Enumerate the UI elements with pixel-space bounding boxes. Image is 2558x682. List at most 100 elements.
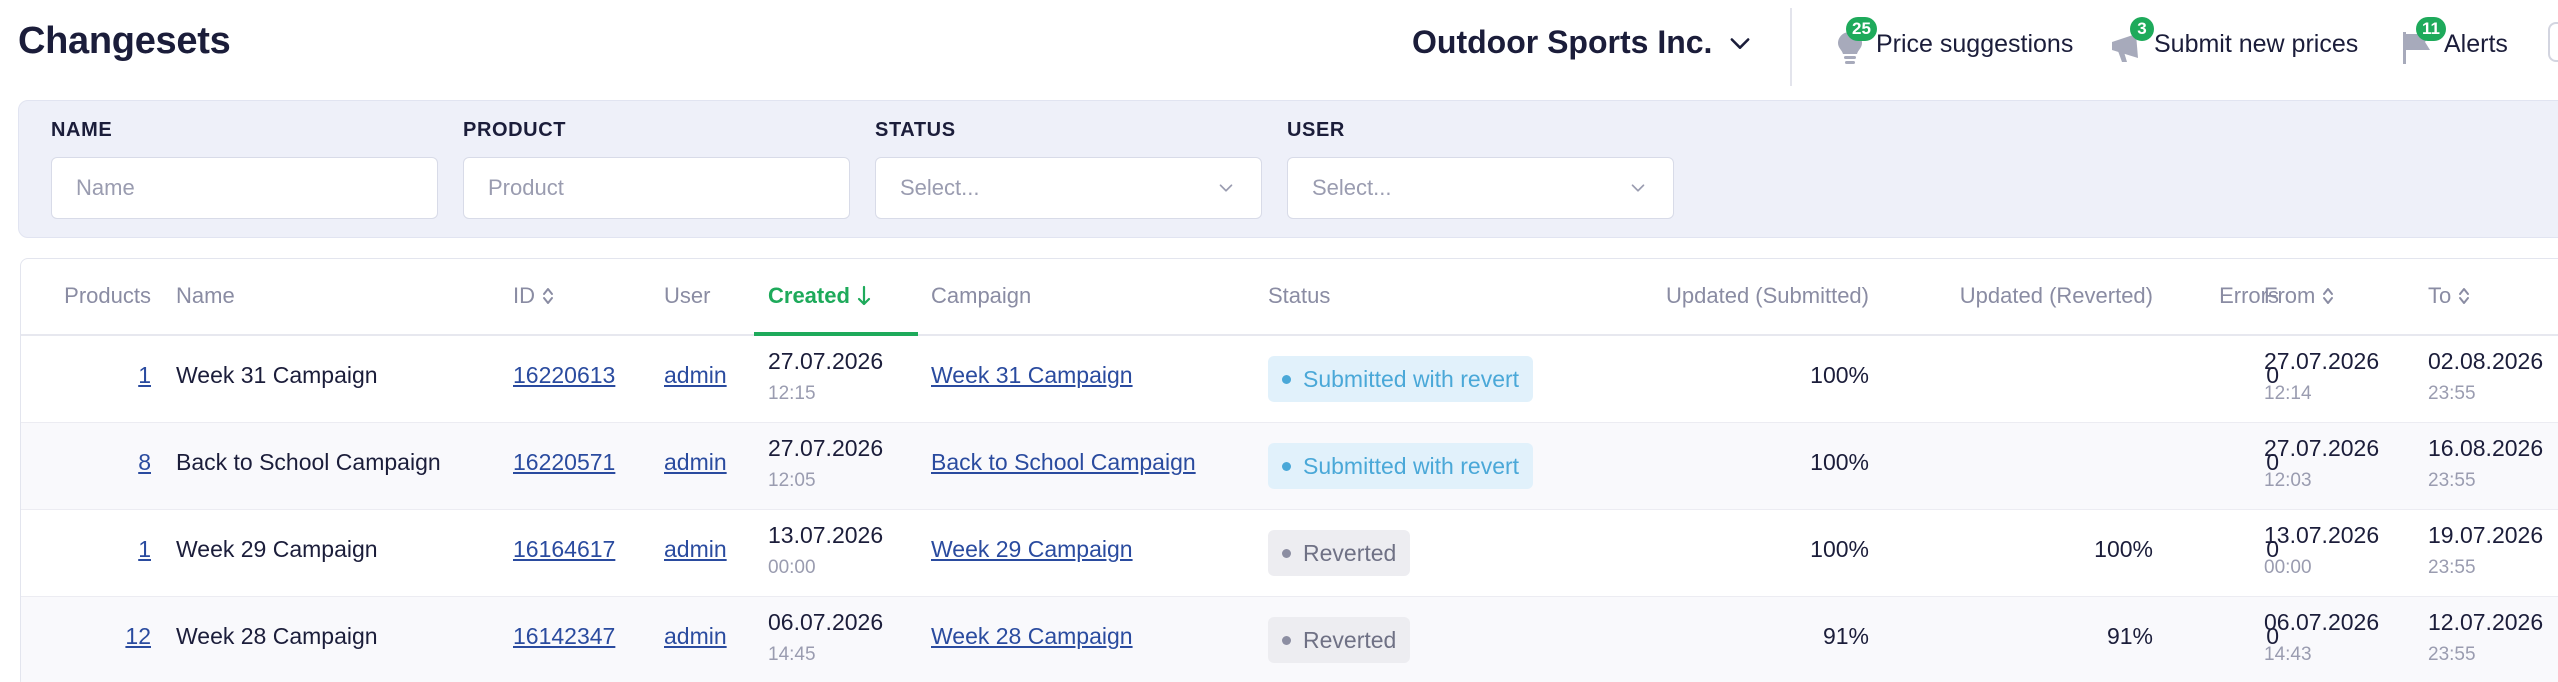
products-count-link[interactable]: 8 <box>33 449 151 476</box>
top-header: Changesets Outdoor Sports Inc. 25 Price … <box>0 0 2558 88</box>
table-row: 1 Week 31 Campaign 16220613 admin 27.07.… <box>21 336 2558 423</box>
changeset-id-link[interactable]: 16142347 <box>513 623 615 650</box>
from-time: 00:00 <box>2264 557 2312 578</box>
col-header-created[interactable]: Created <box>768 283 872 309</box>
lightbulb-icon: 25 <box>1830 17 1877 64</box>
products-count-link[interactable]: 12 <box>33 623 151 650</box>
user-filter-select[interactable]: Select... <box>1287 157 1674 219</box>
filter-user: USER Select... <box>1287 119 1674 219</box>
status-select-placeholder: Select... <box>900 175 980 200</box>
col-header-errors: Errors <box>2219 283 2279 308</box>
company-name: Outdoor Sports Inc. <box>1412 24 1713 60</box>
campaign-link[interactable]: Week 29 Campaign <box>931 536 1133 563</box>
created-time: 00:00 <box>768 557 816 578</box>
from-date: 13.07.2026 <box>2264 522 2380 548</box>
changeset-name: Week 29 Campaign <box>176 536 378 562</box>
filter-status-label: STATUS <box>875 119 956 141</box>
created-date: 06.07.2026 <box>768 609 884 635</box>
to-time: 23:55 <box>2428 644 2476 665</box>
col-header-from[interactable]: From <box>2264 283 2335 309</box>
to-date: 19.07.2026 <box>2428 522 2544 548</box>
user-link[interactable]: admin <box>664 362 727 389</box>
to-date: 12.07.2026 <box>2428 609 2544 635</box>
changeset-name: Week 31 Campaign <box>176 362 378 388</box>
filter-name-label: NAME <box>51 119 113 141</box>
sort-icon <box>2323 288 2334 304</box>
chevron-down-icon <box>1219 184 1233 192</box>
sort-icon <box>2459 288 2470 304</box>
alerts-label: Alerts <box>2444 29 2508 58</box>
status-label: Reverted <box>1303 626 1397 653</box>
changeset-id-link[interactable]: 16220571 <box>513 449 615 476</box>
filter-status: STATUS Select... <box>875 119 1262 219</box>
col-header-id-label: ID <box>513 283 535 308</box>
from-time: 14:43 <box>2264 644 2312 665</box>
status-label: Submitted with revert <box>1303 365 1520 392</box>
to-time: 23:55 <box>2428 383 2476 404</box>
changeset-id-link[interactable]: 16164617 <box>513 536 615 563</box>
status-dot <box>1282 374 1291 384</box>
table-row: 1 Week 29 Campaign 16164617 admin 13.07.… <box>21 510 2558 597</box>
updated-submitted-value: 100% <box>1810 449 1869 475</box>
user-link[interactable]: admin <box>664 623 727 650</box>
submit-new-prices-label: Submit new prices <box>2154 29 2359 58</box>
product-filter-input[interactable] <box>463 157 850 219</box>
user-menu-button[interactable] <box>2548 22 2558 62</box>
col-header-campaign: Campaign <box>931 283 1032 308</box>
sort-icon <box>543 288 553 304</box>
from-time: 12:14 <box>2264 383 2312 404</box>
price-suggestions-badge: 25 <box>1846 17 1877 41</box>
alerts-button[interactable]: 11 Alerts <box>2398 17 2508 64</box>
col-header-to[interactable]: To <box>2428 283 2471 309</box>
status-dot <box>1282 635 1291 645</box>
chevron-down-icon <box>1730 37 1750 49</box>
price-suggestions-button[interactable]: 25 Price suggestions <box>1830 17 2074 64</box>
updated-submitted-value: 100% <box>1810 362 1869 388</box>
company-selector[interactable]: Outdoor Sports Inc. <box>1412 24 1754 61</box>
table-row: 8 Back to School Campaign 16220571 admin… <box>21 423 2558 510</box>
updated-submitted-value: 100% <box>1810 536 1869 562</box>
name-filter-input[interactable] <box>51 157 438 219</box>
campaign-link[interactable]: Week 28 Campaign <box>931 623 1133 650</box>
col-header-id[interactable]: ID <box>513 283 555 309</box>
changesets-table: Products Name ID User Created Campaign S… <box>20 258 2558 682</box>
changeset-name: Back to School Campaign <box>176 449 441 475</box>
megaphone-icon: 3 <box>2108 17 2154 64</box>
products-count-link[interactable]: 1 <box>33 536 151 563</box>
from-date: 27.07.2026 <box>2264 348 2380 374</box>
created-time: 12:15 <box>768 383 816 404</box>
to-date: 02.08.2026 <box>2428 348 2544 374</box>
status-filter-select[interactable]: Select... <box>875 157 1262 219</box>
col-header-updated-submitted: Updated (Submitted) <box>1666 283 1869 308</box>
products-count-link[interactable]: 1 <box>33 362 151 389</box>
price-suggestions-label: Price suggestions <box>1876 29 2074 58</box>
status-dot <box>1282 548 1291 558</box>
user-link[interactable]: admin <box>664 449 727 476</box>
col-header-created-label: Created <box>768 283 850 308</box>
table-row: 12 Week 28 Campaign 16142347 admin 06.07… <box>21 597 2558 682</box>
col-header-user: User <box>664 283 711 308</box>
filter-name: NAME <box>51 119 438 219</box>
changeset-id-link[interactable]: 16220613 <box>513 362 615 389</box>
campaign-link[interactable]: Back to School Campaign <box>931 449 1196 476</box>
from-time: 12:03 <box>2264 470 2312 491</box>
created-time: 12:05 <box>768 470 816 491</box>
submit-new-prices-badge: 3 <box>2130 17 2154 41</box>
user-link[interactable]: admin <box>664 536 727 563</box>
errors-value: 0 <box>2266 362 2279 388</box>
col-header-to-label: To <box>2428 283 2452 308</box>
campaign-link[interactable]: Week 31 Campaign <box>931 362 1133 389</box>
to-date: 16.08.2026 <box>2428 435 2544 461</box>
filter-user-label: USER <box>1287 119 1345 141</box>
created-date: 27.07.2026 <box>768 348 884 374</box>
status-label: Submitted with revert <box>1303 452 1520 479</box>
col-header-status: Status <box>1268 283 1331 308</box>
submit-new-prices-button[interactable]: 3 Submit new prices <box>2108 17 2359 64</box>
errors-value: 0 <box>2266 623 2279 649</box>
to-time: 23:55 <box>2428 470 2476 491</box>
filter-product-label: PRODUCT <box>463 119 567 141</box>
user-select-placeholder: Select... <box>1312 175 1392 200</box>
status-dot <box>1282 461 1291 471</box>
status-badge: Submitted with revert <box>1268 443 1534 489</box>
page-title: Changesets <box>18 20 231 62</box>
